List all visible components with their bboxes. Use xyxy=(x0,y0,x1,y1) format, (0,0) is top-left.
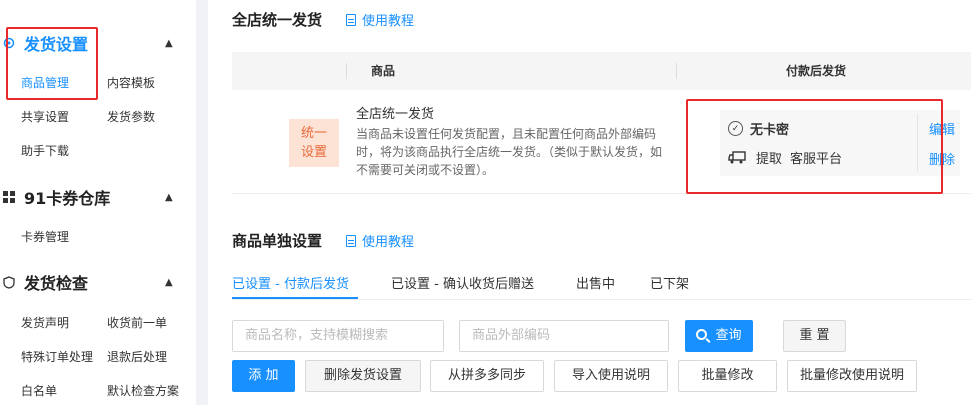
query-label: 查询 xyxy=(715,328,742,343)
delete-shipping-setting-button[interactable]: 删除发货设置 xyxy=(305,360,421,392)
row-title: 全店统一发货 xyxy=(356,107,435,122)
tag-line: 设置 xyxy=(300,145,327,160)
sidebar-item-after-refund[interactable]: 退款后处理 xyxy=(107,348,167,365)
sidebar-item-share-settings[interactable]: 共享设置 xyxy=(21,108,69,125)
sidebar-item-shipping-statement[interactable]: 发货声明 xyxy=(21,314,69,331)
row-description: 当商品未设置任何发货配置，且未配置任何商品外部编码时，将为该商品执行全店统一发货… xyxy=(356,127,663,177)
sidebar-item-assistant-download[interactable]: 助手下载 xyxy=(21,142,69,159)
add-button[interactable]: 添 加 xyxy=(232,360,295,392)
column-divider xyxy=(346,63,347,79)
global-help-link[interactable]: 使用教程 xyxy=(346,10,414,29)
sidebar-item-content-template[interactable]: 内容模板 xyxy=(107,74,155,91)
sidebar-section-shipping-check[interactable]: 发货检查 ▲ xyxy=(0,267,196,297)
sidebar-section-title: 发货检查 xyxy=(24,274,89,293)
main-content: 全店统一发货 使用教程 商品 付款后发货 统一 设置 全店统一发货 当商品未设置… xyxy=(208,0,971,405)
batch-edit-instructions-button[interactable]: 批量修改使用说明 xyxy=(787,360,917,392)
column-divider xyxy=(676,63,677,79)
single-help-link[interactable]: 使用教程 xyxy=(346,231,414,250)
grid-icon xyxy=(3,191,15,203)
search-icon xyxy=(696,329,708,340)
tab-on-sale[interactable]: 出售中 xyxy=(576,273,615,292)
tab-off-shelf[interactable]: 已下架 xyxy=(650,273,689,292)
shield-icon xyxy=(3,275,15,289)
chevron-up-icon[interactable]: ▲ xyxy=(165,277,173,288)
chevron-up-icon[interactable]: ▲ xyxy=(165,38,173,49)
chevron-up-icon[interactable]: ▲ xyxy=(165,192,173,203)
app: 发货设置 ▲ 商品管理 内容模板 共享设置 发货参数 助手下载 91卡券仓库 ▲… xyxy=(0,0,971,405)
sidebar-item-whitelist[interactable]: 白名单 xyxy=(21,382,57,399)
tag-line: 统一 xyxy=(300,126,327,141)
global-shipping-title: 全店统一发货 xyxy=(232,11,323,29)
reset-button[interactable]: 重 置 xyxy=(783,320,846,352)
import-instructions-button[interactable]: 导入使用说明 xyxy=(554,360,668,392)
product-name-search-input[interactable]: 商品名称，支持模糊搜索 xyxy=(232,320,444,352)
highlight-box-config xyxy=(686,99,943,194)
sidebar-section-coupon-warehouse[interactable]: 91卡券仓库 ▲ xyxy=(0,182,196,212)
sidebar: 发货设置 ▲ 商品管理 内容模板 共享设置 发货参数 助手下载 91卡券仓库 ▲… xyxy=(0,0,196,405)
sidebar-item-special-orders[interactable]: 特殊订单处理 xyxy=(21,348,93,365)
column-header-product: 商品 xyxy=(371,64,396,78)
highlight-box-sidebar xyxy=(6,27,98,100)
document-icon xyxy=(346,13,356,26)
sidebar-item-default-check-plan[interactable]: 默认检查方案 xyxy=(107,382,179,399)
query-button[interactable]: 查询 xyxy=(685,320,753,352)
sync-from-pdd-button[interactable]: 从拼多多同步 xyxy=(430,360,544,392)
batch-edit-button[interactable]: 批量修改 xyxy=(678,360,777,392)
document-icon xyxy=(346,234,356,247)
sidebar-item-coupon-management[interactable]: 卡券管理 xyxy=(21,228,69,245)
single-setting-title: 商品单独设置 xyxy=(232,232,323,250)
tab-after-pay[interactable]: 已设置 - 付款后发货 xyxy=(232,273,349,292)
column-header-after-pay: 付款后发货 xyxy=(786,64,847,78)
sidebar-item-before-receipt[interactable]: 收货前一单 xyxy=(107,314,167,331)
tab-bar-border xyxy=(232,299,971,300)
table-header: 商品 付款后发货 xyxy=(232,52,971,90)
sidebar-section-title: 91卡券仓库 xyxy=(24,189,111,208)
unified-tag: 统一 设置 xyxy=(289,119,339,167)
sidebar-item-shipping-params[interactable]: 发货参数 xyxy=(107,108,155,125)
help-link-label: 使用教程 xyxy=(362,14,415,29)
help-link-label: 使用教程 xyxy=(362,235,415,250)
product-code-search-input[interactable]: 商品外部编码 xyxy=(459,320,669,352)
tab-after-receipt-gift[interactable]: 已设置 - 确认收货后赠送 xyxy=(391,273,534,292)
